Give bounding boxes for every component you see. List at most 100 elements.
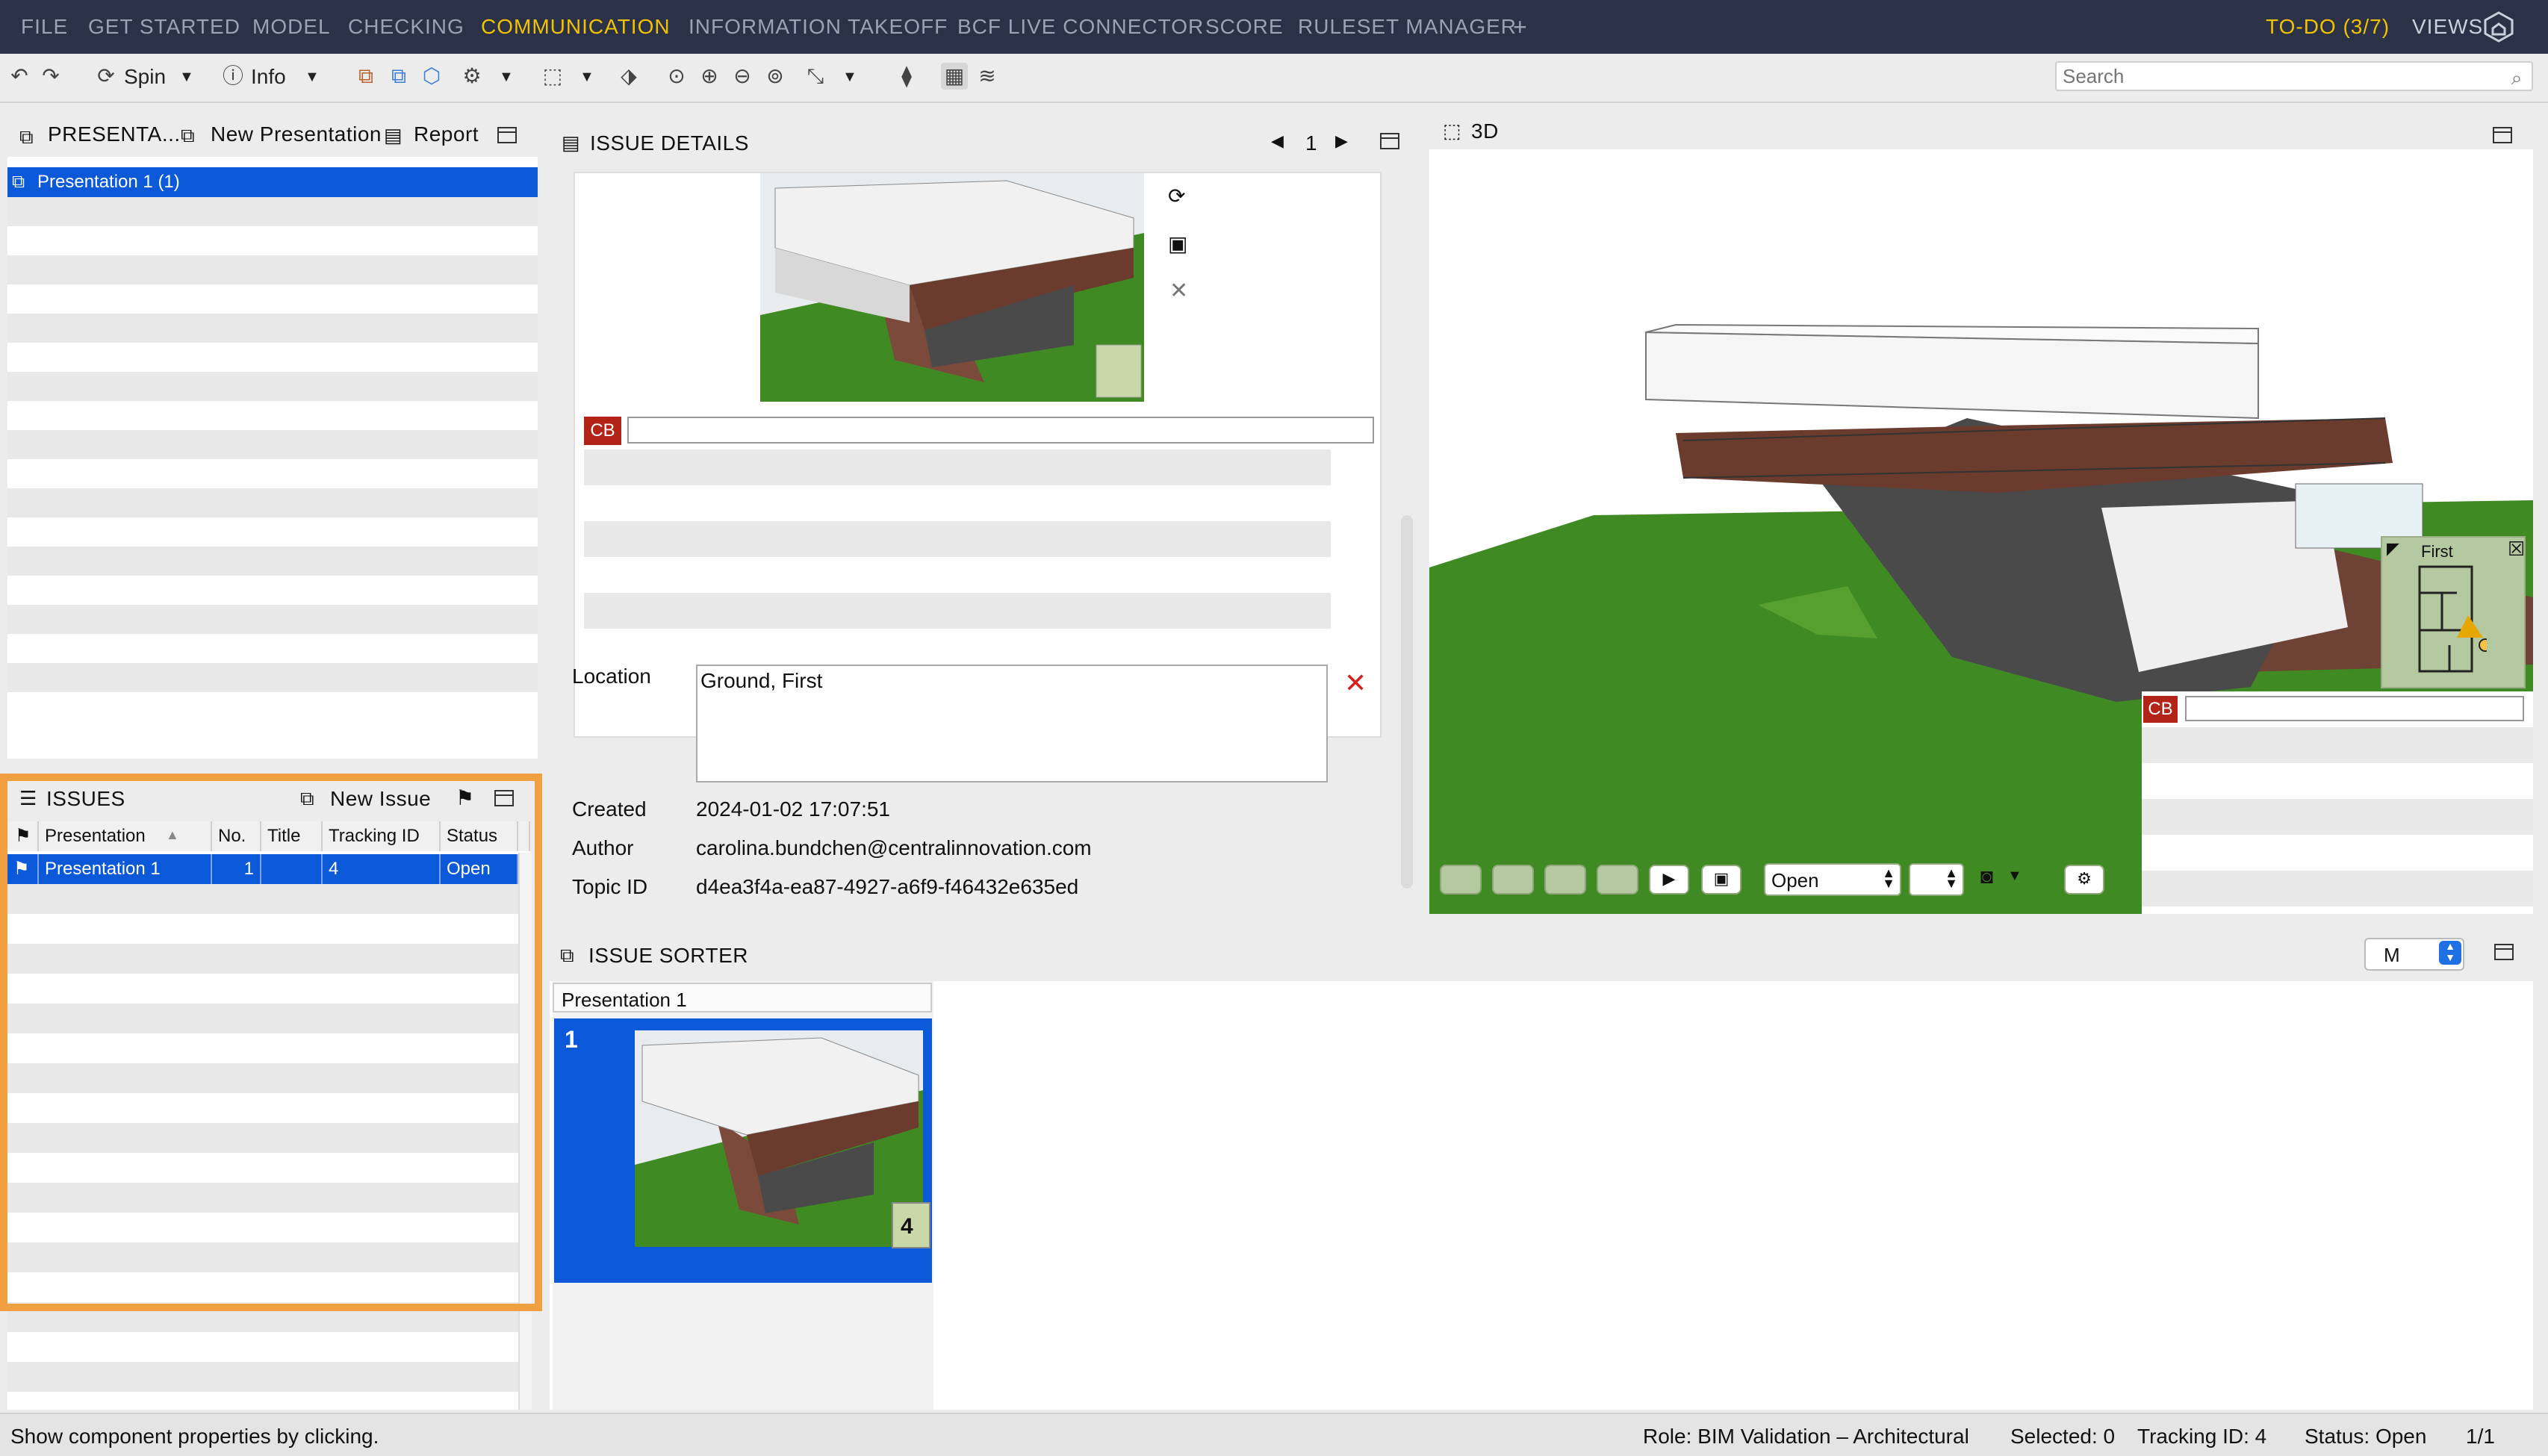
column-status[interactable]: Status (441, 821, 518, 851)
menu-views[interactable]: VIEWS (2412, 0, 2483, 54)
column-no[interactable]: No. (212, 821, 261, 851)
measure-dropdown-icon[interactable]: ▼ (842, 64, 857, 90)
menu-communication[interactable]: COMMUNICATION (481, 0, 671, 54)
next-issue-icon[interactable]: ▶ (1335, 131, 1348, 151)
camera-dropdown-icon[interactable]: ▼ (2007, 868, 2022, 885)
presentation-mode-icon[interactable]: ▣ (1701, 865, 1741, 895)
previous-viewpoint-button[interactable] (1492, 865, 1534, 895)
settings-icon[interactable]: ⚙ (2064, 865, 2104, 895)
section-icon[interactable]: ⬗ (615, 63, 642, 90)
new-issue-button[interactable]: New Issue (330, 787, 431, 811)
view3d-scrollbar[interactable] (2533, 112, 2548, 914)
details-scrollbar[interactable] (1401, 515, 1413, 889)
undo-icon[interactable]: ↶ (6, 63, 33, 90)
issue-status-select[interactable]: Open ▲ ▼ (1764, 863, 1901, 896)
priority-select[interactable]: ▲ ▼ (1909, 863, 1964, 896)
thumbnail-size-select[interactable]: M ▲ ▼ (2364, 938, 2464, 971)
model-3d-viewport[interactable]: ◤ First ☒ CB ▶ ▣ Open ▲ ▼ ▲ ▼ ◙ ▼ ⚙ (1429, 149, 2533, 914)
maximize-icon[interactable] (497, 127, 517, 143)
maximize-icon[interactable] (494, 790, 514, 806)
zoom-out-icon[interactable]: ⊖ (729, 63, 756, 90)
issue-card[interactable]: 1 4 (554, 1018, 932, 1283)
visibility-dropdown-icon[interactable]: ▼ (499, 64, 514, 90)
show-all-icon[interactable]: ⧉ (385, 63, 412, 90)
new-issue-icon[interactable]: ⧉ (300, 787, 314, 811)
issue-row[interactable]: ⚑ Presentation 1 1 4 Open (7, 854, 518, 884)
spin-icon[interactable]: ⟳ (93, 63, 119, 90)
menu-bcf-live-connector[interactable]: BCF LIVE CONNECTOR (957, 0, 1204, 54)
todo-indicator[interactable]: TO-DO (3/7) (2266, 0, 2390, 54)
issue-card-minimap-icon: 4 (892, 1202, 930, 1248)
menu-score[interactable]: SCORE (1205, 0, 1284, 54)
column-title[interactable]: Title (261, 821, 323, 851)
add-tab-button[interactable]: + (1513, 0, 1528, 54)
play-icon[interactable]: ▶ (1649, 865, 1689, 895)
hide-icon[interactable]: ⚙ (459, 63, 485, 90)
layers-icon[interactable]: ⧫ (893, 63, 920, 90)
minimap-panel[interactable]: ◤ First ☒ (2381, 536, 2526, 688)
column-chooser-icon[interactable] (518, 821, 530, 851)
status-tracking-id: Tracking ID: 4 (2137, 1425, 2267, 1448)
camera-icon[interactable]: ◙ (1980, 865, 1993, 889)
author-label: Author (572, 836, 634, 859)
maximize-icon[interactable] (2493, 127, 2512, 143)
created-value: 2024-01-02 17:07:51 (696, 797, 890, 821)
zoom-fit-icon[interactable]: ⊙ (663, 63, 690, 90)
column-tracking-id[interactable]: Tracking ID (323, 821, 441, 851)
map-icon[interactable]: ▦ (941, 63, 968, 90)
minimap-close-icon[interactable]: ☒ (2508, 538, 2525, 561)
maximize-icon[interactable] (1380, 133, 1399, 149)
menu-information-takeoff[interactable]: INFORMATION TAKEOFF (689, 0, 948, 54)
refresh-snapshot-icon[interactable]: ⟳ (1168, 184, 1185, 208)
stack-icon[interactable]: ≋ (974, 63, 1001, 90)
next-viewpoint-button[interactable] (1544, 865, 1586, 895)
component-select-icon[interactable]: ⧉ (352, 63, 379, 90)
new-presentation-icon[interactable]: ⧉ (181, 124, 195, 148)
last-viewpoint-button[interactable] (1597, 865, 1638, 895)
menu-ruleset-manager[interactable]: RULESET MANAGER (1298, 0, 1517, 54)
info-icon[interactable]: ⓘ (220, 63, 246, 90)
clear-location-icon[interactable]: ✕ (1344, 668, 1367, 699)
minimap-collapse-icon[interactable]: ◤ (2387, 539, 2399, 559)
location-field[interactable]: Ground, First (696, 665, 1328, 783)
new-presentation-button[interactable]: New Presentation (211, 122, 382, 146)
home-cube-icon[interactable] (2482, 10, 2515, 43)
menu-file[interactable]: FILE (21, 0, 68, 54)
report-button[interactable]: Report (414, 122, 479, 146)
redo-icon[interactable]: ↷ (37, 63, 64, 90)
menu-get-started[interactable]: GET STARTED (88, 0, 240, 54)
search-input[interactable] (2055, 61, 2533, 91)
zoom-window-icon[interactable]: ⊚ (762, 63, 789, 90)
column-presentation[interactable]: Presentation (39, 821, 212, 851)
previous-issue-icon[interactable]: ◀ (1271, 131, 1284, 151)
spin-button[interactable]: Spin (124, 64, 166, 90)
report-icon[interactable]: ▤ (384, 124, 403, 147)
snapshot-thumbnail[interactable] (760, 173, 1144, 402)
zoom-in-icon[interactable]: ⊕ (696, 63, 723, 90)
delete-snapshot-icon[interactable]: ✕ (1169, 278, 1188, 304)
view3d-comment-input[interactable] (2185, 696, 2524, 721)
empty-row (584, 521, 1331, 557)
flag-column-icon[interactable]: ⚑ (7, 821, 39, 851)
box-view-icon[interactable]: ⬚ (539, 63, 566, 90)
flag-icon[interactable]: ⚑ (456, 785, 474, 810)
info-button[interactable]: Info (251, 64, 286, 90)
status-hint: Show component properties by clicking. (10, 1425, 379, 1448)
sort-ascending-icon: ▲ (166, 827, 179, 842)
topic-id-value: d4ea3f4a-ea87-4927-a6f9-f46432e635ed (696, 875, 1079, 898)
presentation-row[interactable]: ⧉ Presentation 1 (1) (7, 167, 538, 197)
isolate-icon[interactable]: ⬡ (418, 63, 445, 90)
image-icon[interactable]: ▣ (1168, 231, 1187, 256)
view-dropdown-icon[interactable]: ▼ (579, 64, 594, 90)
presentations-panel: ⧉ PRESENTA... ⧉ New Presentation ▤ Repor… (7, 112, 538, 759)
spin-dropdown-icon[interactable]: ▼ (179, 64, 194, 90)
comment-input[interactable] (627, 417, 1374, 444)
menu-checking[interactable]: CHECKING (348, 0, 464, 54)
first-viewpoint-button[interactable] (1440, 865, 1482, 895)
menu-model[interactable]: MODEL (252, 0, 331, 54)
empty-row (7, 459, 538, 488)
info-dropdown-icon[interactable]: ▼ (305, 64, 320, 90)
issues-scrollbar[interactable] (518, 853, 532, 1410)
maximize-icon[interactable] (2494, 944, 2514, 960)
measure-icon[interactable]: ⤡ (802, 63, 829, 90)
